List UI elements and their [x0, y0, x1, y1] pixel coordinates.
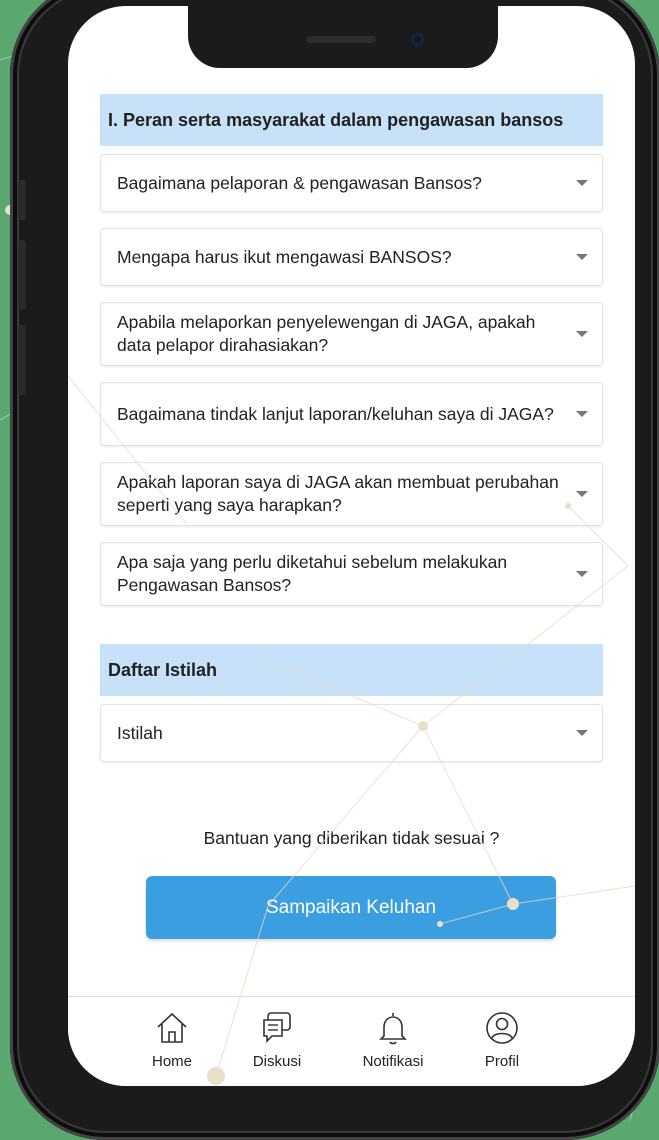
- faq-item[interactable]: Apabila melaporkan penyelewengan di JAGA…: [100, 302, 603, 366]
- caret-down-icon: [576, 180, 588, 186]
- profile-icon: [486, 1012, 518, 1044]
- speaker: [306, 36, 376, 43]
- faq-item[interactable]: Bagaimana pelaporan & pengawasan Bansos?: [100, 154, 603, 212]
- nav-label: Profil: [484, 1053, 520, 1070]
- bottom-navigation: Home Diskusi Notifikasi Profil: [68, 996, 635, 1086]
- faq-question: Apakah laporan saya di JAGA akan membuat…: [117, 472, 559, 515]
- caret-down-icon: [576, 411, 588, 417]
- nav-label: Diskusi: [252, 1053, 302, 1070]
- front-camera: [411, 33, 424, 46]
- phone-screen: I. Peran serta masyarakat dalam pengawas…: [68, 6, 635, 1086]
- submit-complaint-button[interactable]: Sampaikan Keluhan: [146, 876, 556, 939]
- faq-question: Istilah: [117, 722, 163, 743]
- home-icon: [157, 1012, 187, 1043]
- bell-icon: [379, 1013, 407, 1045]
- faq-content: I. Peran serta masyarakat dalam pengawas…: [68, 6, 635, 1086]
- phone-side-button: [18, 180, 26, 220]
- section-header-peran: I. Peran serta masyarakat dalam pengawas…: [100, 94, 603, 146]
- help-question: Bantuan yang diberikan tidak sesuai ?: [203, 828, 500, 848]
- chat-icon: [263, 1012, 291, 1043]
- faq-item[interactable]: Apa saja yang perlu diketahui sebelum me…: [100, 542, 603, 606]
- faq-question: Mengapa harus ikut mengawasi BANSOS?: [117, 246, 452, 267]
- faq-item-istilah[interactable]: Istilah: [100, 704, 603, 762]
- faq-question: Apabila melaporkan penyelewengan di JAGA…: [117, 312, 536, 355]
- faq-question: Apa saja yang perlu diketahui sebelum me…: [117, 552, 508, 595]
- caret-down-icon: [576, 571, 588, 577]
- phone-notch: [188, 6, 498, 68]
- nav-home[interactable]: Home: [132, 1009, 212, 1070]
- caret-down-icon: [576, 254, 588, 260]
- faq-item[interactable]: Mengapa harus ikut mengawasi BANSOS?: [100, 228, 603, 286]
- nav-label: Home: [151, 1053, 192, 1070]
- caret-down-icon: [576, 730, 588, 736]
- nav-notifications[interactable]: Notifikasi: [353, 1009, 433, 1070]
- caret-down-icon: [576, 331, 588, 337]
- faq-question: Bagaimana pelaporan & pengawasan Bansos?: [117, 172, 482, 193]
- nav-profile[interactable]: Profil: [462, 1009, 542, 1070]
- faq-item[interactable]: Bagaimana tindak lanjut laporan/keluhan …: [100, 382, 603, 446]
- section-header-istilah: Daftar Istilah: [100, 644, 603, 696]
- nav-label: Notifikasi: [362, 1053, 424, 1070]
- phone-side-button: [18, 325, 26, 395]
- nav-discussion[interactable]: Diskusi: [237, 1009, 317, 1070]
- caret-down-icon: [576, 491, 588, 497]
- faq-item[interactable]: Apakah laporan saya di JAGA akan membuat…: [100, 462, 603, 526]
- phone-side-button: [18, 240, 26, 310]
- faq-question: Bagaimana tindak lanjut laporan/keluhan …: [117, 403, 554, 424]
